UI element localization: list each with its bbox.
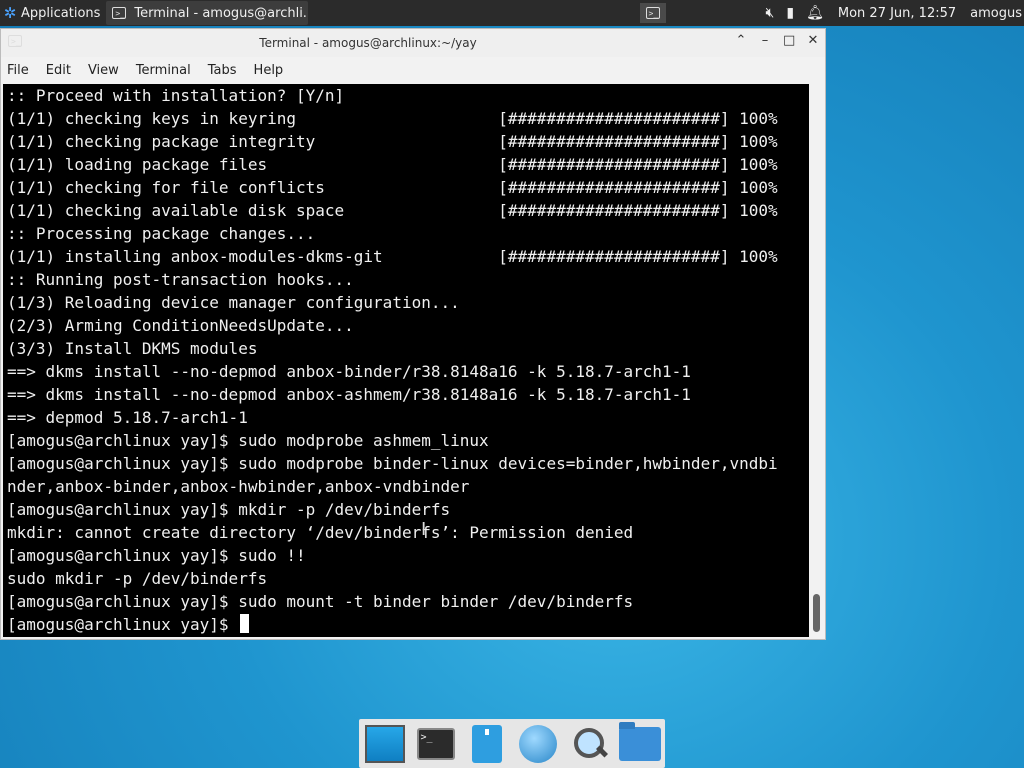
dock-terminal[interactable]: >_ — [415, 723, 457, 765]
terminal-icon: >_ — [112, 7, 127, 19]
menu-view[interactable]: View — [87, 63, 120, 78]
terminal-prompt-line[interactable]: [amogus@archlinux yay]$ — [3, 613, 809, 636]
minimize-icon[interactable]: – — [759, 33, 771, 48]
window-terminal-icon[interactable]: >_ — [8, 35, 22, 47]
dock-file-manager[interactable] — [466, 723, 508, 765]
workspace-terminal-icon: >_ — [645, 7, 660, 19]
volume-muted-icon[interactable]: 🔇︎ — [766, 5, 775, 21]
dock-show-desktop[interactable] — [364, 723, 406, 765]
dock: >_ — [359, 719, 665, 768]
top-panel: ✲ Applications >_ Terminal - amogus@arch… — [0, 0, 1024, 26]
menu-file[interactable]: File — [6, 63, 30, 78]
terminal-line: mkdir: cannot create directory ‘/dev/bin… — [7, 523, 634, 542]
web-browser-globe-icon — [518, 724, 557, 763]
workspace-switcher[interactable]: >_ — [639, 3, 666, 23]
terminal-line: (1/1) loading package files [###########… — [7, 155, 778, 174]
terminal-line: nder,anbox-binder,anbox-hwbinder,anbox-v… — [7, 477, 470, 496]
dock-web-browser[interactable] — [517, 723, 559, 765]
system-tray: 🔇︎ ▮ 🔔︎ — [766, 5, 824, 21]
terminal-line: (1/1) checking package integrity [######… — [7, 132, 778, 151]
window-title: Terminal - amogus@archlinux:~/yay — [259, 36, 477, 50]
mouse-ibeam-icon: I — [421, 519, 427, 540]
scrollbar-thumb[interactable] — [813, 594, 820, 632]
xfce-menu-icon: ✲ — [3, 4, 17, 22]
menu-tabs[interactable]: Tabs — [207, 63, 238, 78]
file-manager-icon — [471, 724, 502, 763]
terminal-line: (3/3) Install DKMS modules — [7, 339, 258, 358]
terminal-line: (1/3) Reloading device manager configura… — [7, 293, 460, 312]
menu-edit[interactable]: Edit — [45, 63, 72, 78]
menu-terminal[interactable]: Terminal — [135, 63, 192, 78]
text-cursor — [240, 614, 250, 633]
maximize-icon[interactable]: □ — [783, 33, 795, 48]
user-menu[interactable]: amogus — [970, 6, 1022, 21]
close-icon[interactable]: ✕ — [807, 33, 819, 48]
terminal-window: >_ Terminal - amogus@archlinux:~/yay ⌃ –… — [0, 28, 826, 640]
menu-help[interactable]: Help — [253, 63, 285, 78]
window-controls: ⌃ – □ ✕ — [735, 33, 819, 48]
terminal-line: [amogus@archlinux yay]$ sudo modprobe as… — [7, 431, 489, 450]
search-magnifier-icon — [570, 725, 608, 763]
battery-icon[interactable]: ▮ — [786, 5, 794, 21]
terminal-line: [amogus@archlinux yay]$ sudo modprobe bi… — [7, 454, 778, 473]
terminal-line: ==> depmod 5.18.7-arch1-1 — [7, 408, 248, 427]
terminal-line: :: Processing package changes... — [7, 224, 316, 243]
shade-icon[interactable]: ⌃ — [735, 33, 747, 48]
taskbar-terminal-button[interactable]: >_ Terminal - amogus@archli... — [106, 1, 309, 25]
applications-label: Applications — [21, 5, 101, 21]
dock-app-finder[interactable] — [568, 723, 610, 765]
terminal-line: [amogus@archlinux yay]$ sudo !! — [7, 546, 306, 565]
terminal-line: sudo mkdir -p /dev/binderfs — [7, 569, 268, 588]
terminal-line: (2/3) Arming ConditionNeedsUpdate... — [7, 316, 354, 335]
applications-menu[interactable]: ✲ Applications — [0, 0, 104, 26]
clock[interactable]: Mon 27 Jun, 12:57 — [838, 6, 956, 21]
show-desktop-icon — [364, 724, 405, 763]
terminal-line: (1/1) checking available disk space [###… — [7, 201, 778, 220]
terminal-app-icon: >_ — [416, 727, 455, 760]
terminal-line: [amogus@archlinux yay]$ mkdir -p /dev/bi… — [7, 500, 451, 519]
terminal-line: (1/1) checking for file conflicts [#####… — [7, 178, 778, 197]
terminal-line: :: Running post-transaction hooks... — [7, 270, 354, 289]
terminal-line: ==> dkms install --no-depmod anbox-ashme… — [7, 385, 691, 404]
terminal-prompt: [amogus@archlinux yay]$ — [7, 615, 239, 634]
window-titlebar[interactable]: >_ Terminal - amogus@archlinux:~/yay ⌃ –… — [1, 29, 825, 57]
terminal-line: (1/1) installing anbox-modules-dkms-git … — [7, 247, 778, 266]
terminal-line: :: Proceed with installation? [Y/n] — [7, 86, 345, 105]
taskbar-terminal-label: Terminal - amogus@archli... — [134, 5, 309, 21]
terminal-line: ==> dkms install --no-depmod anbox-binde… — [7, 362, 691, 381]
terminal-scrollbar[interactable] — [809, 84, 825, 637]
notification-bell-icon[interactable]: 🔔︎ — [806, 5, 824, 21]
dock-home-folder[interactable] — [618, 721, 661, 765]
terminal-line: (1/1) checking keys in keyring [########… — [7, 109, 778, 128]
folder-icon — [618, 721, 661, 761]
terminal-output[interactable]: :: Proceed with installation? [Y/n] (1/1… — [3, 84, 809, 637]
terminal-line: [amogus@archlinux yay]$ sudo mount -t bi… — [7, 592, 634, 611]
menu-bar: File Edit View Terminal Tabs Help — [1, 57, 825, 83]
